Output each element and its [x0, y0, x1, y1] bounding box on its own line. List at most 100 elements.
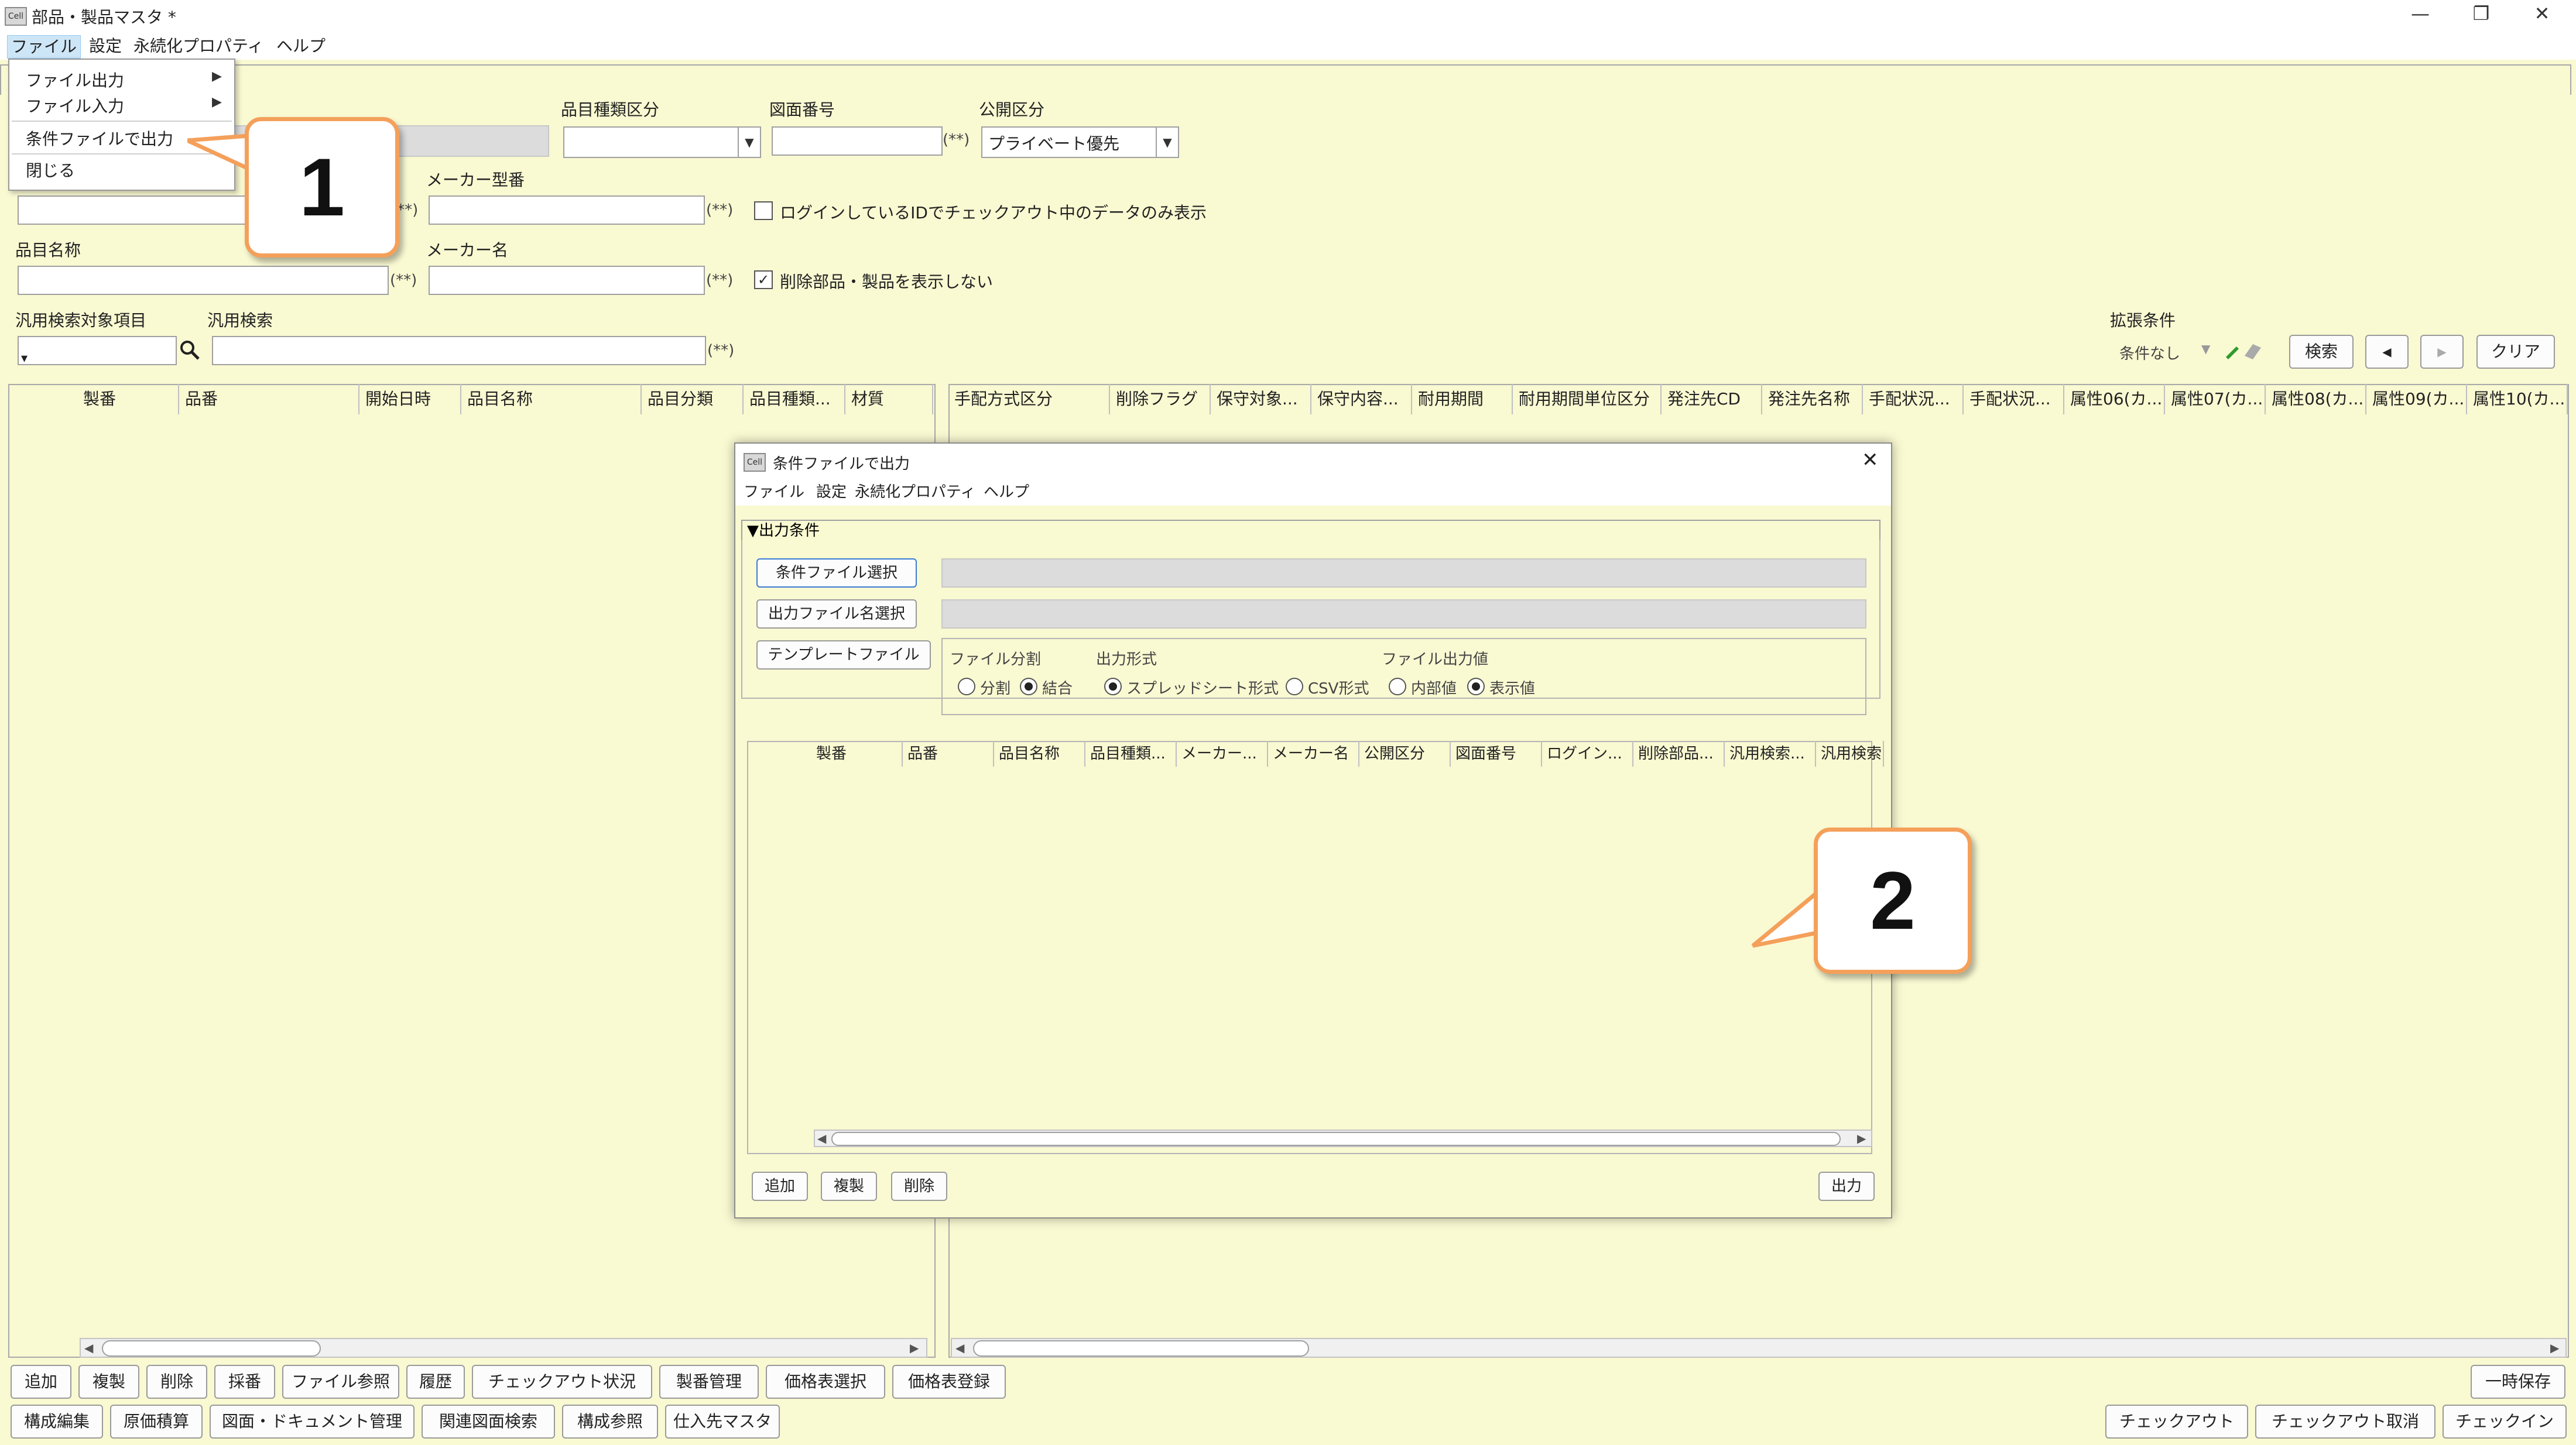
- action-button[interactable]: 原価積算: [110, 1405, 203, 1439]
- action-button[interactable]: 価格表選択: [766, 1365, 885, 1399]
- column-header[interactable]: 削除フラグ: [1110, 384, 1211, 414]
- column-header[interactable]: 発注先名称: [1762, 384, 1863, 414]
- arrow-left-icon[interactable]: ◀: [955, 1339, 964, 1357]
- csv-radio[interactable]: [1286, 678, 1303, 695]
- maker-model-field[interactable]: [429, 195, 705, 225]
- checkout-only-checkbox[interactable]: [754, 201, 773, 220]
- temp-save-button[interactable]: 一時保存: [2471, 1365, 2565, 1399]
- column-header[interactable]: 品番: [179, 384, 359, 414]
- column-header[interactable]: 公開区分: [1359, 741, 1451, 767]
- menu-file[interactable]: ファイル: [740, 481, 808, 503]
- arrow-right-icon[interactable]: ▶: [1857, 1131, 1866, 1146]
- restore-button[interactable]: ❐: [2452, 0, 2510, 28]
- column-header[interactable]: 属性09(カ...: [2366, 384, 2467, 414]
- prev-button[interactable]: ◀: [2365, 335, 2409, 369]
- action-button[interactable]: 図面・ドキュメント管理: [210, 1405, 415, 1439]
- column-header[interactable]: 削除部品...: [1633, 741, 1725, 767]
- column-header[interactable]: 品目名称: [994, 741, 1085, 767]
- arrow-left-icon[interactable]: ◀: [817, 1131, 826, 1146]
- column-header[interactable]: 汎用検索...: [1725, 741, 1816, 767]
- column-header[interactable]: 属性06(カ...: [2064, 384, 2165, 414]
- column-header[interactable]: 開始日時: [359, 384, 461, 414]
- menu-item-file-output[interactable]: ファイル出力: [26, 68, 124, 91]
- column-header[interactable]: 保守対象...: [1211, 384, 1311, 414]
- scroll-thumb[interactable]: [831, 1132, 1841, 1146]
- menu-persist-props[interactable]: 永続化プロパティ: [130, 35, 267, 57]
- arrow-right-icon[interactable]: ▶: [2550, 1339, 2559, 1357]
- action-button[interactable]: 製番管理: [659, 1365, 759, 1399]
- ext-condition-value[interactable]: 条件なし: [2119, 342, 2180, 363]
- column-header[interactable]: 手配状況...: [1863, 384, 1964, 414]
- column-header[interactable]: 品目種類...: [1085, 741, 1177, 767]
- column-header[interactable]: 材質: [845, 384, 933, 414]
- general-target-combo[interactable]: [18, 336, 177, 365]
- menu-persist-props[interactable]: 永続化プロパティ: [851, 481, 979, 503]
- column-header[interactable]: 品目名称: [461, 384, 642, 414]
- menu-item-close[interactable]: 閉じる: [26, 158, 75, 181]
- column-header[interactable]: 汎用検索: [1816, 741, 1884, 767]
- delete-button[interactable]: 削除: [891, 1172, 947, 1201]
- close-icon[interactable]: ✕: [1862, 448, 1879, 472]
- arrow-right-icon[interactable]: ▶: [910, 1339, 919, 1357]
- maker-name-field[interactable]: [429, 266, 705, 295]
- split-radio[interactable]: [958, 678, 975, 695]
- item-name-field[interactable]: [18, 266, 389, 295]
- action-button[interactable]: 履歴: [406, 1365, 465, 1399]
- column-header[interactable]: メーカー...: [1177, 741, 1268, 767]
- checkout-button[interactable]: チェックアウト: [2105, 1405, 2248, 1439]
- copy-button[interactable]: 複製: [821, 1172, 877, 1201]
- column-header[interactable]: 品番: [903, 741, 994, 767]
- column-header[interactable]: 耐用期間単位区分: [1513, 384, 1662, 414]
- search-button[interactable]: 検索: [2289, 335, 2354, 369]
- menu-item-file-input[interactable]: ファイル入力: [26, 94, 124, 117]
- add-button[interactable]: 追加: [752, 1172, 808, 1201]
- edit-clear-icons[interactable]: [2222, 339, 2263, 363]
- left-hscroll[interactable]: ◀ ▶: [80, 1338, 927, 1358]
- output-button[interactable]: 出力: [1818, 1172, 1875, 1201]
- item-type-combo[interactable]: ▼: [563, 126, 761, 158]
- action-button[interactable]: 価格表登録: [892, 1365, 1006, 1399]
- action-button[interactable]: 構成参照: [562, 1405, 658, 1439]
- column-header[interactable]: 発注先CD: [1662, 384, 1762, 414]
- dialog-hscroll[interactable]: ◀ ▶: [814, 1130, 1872, 1147]
- public-combo[interactable]: プライベート優先 ▼: [981, 126, 1179, 158]
- arrow-left-icon[interactable]: ◀: [84, 1339, 93, 1357]
- merge-radio[interactable]: [1020, 678, 1037, 695]
- action-button[interactable]: 構成編集: [11, 1405, 103, 1439]
- column-header[interactable]: 保守内容...: [1311, 384, 1412, 414]
- action-button[interactable]: 追加: [11, 1365, 71, 1399]
- clear-button[interactable]: クリア: [2476, 335, 2555, 369]
- action-button[interactable]: 採番: [214, 1365, 275, 1399]
- action-button[interactable]: 削除: [146, 1365, 207, 1399]
- scroll-thumb[interactable]: [973, 1340, 1309, 1357]
- close-button[interactable]: ✕: [2513, 0, 2571, 28]
- menu-help[interactable]: ヘルプ: [980, 481, 1033, 503]
- checkout-cancel-button[interactable]: チェックアウト取消: [2255, 1405, 2435, 1439]
- menu-settings[interactable]: 設定: [813, 481, 850, 503]
- column-header[interactable]: 属性07(カ...: [2165, 384, 2266, 414]
- minimize-button[interactable]: —: [2391, 0, 2450, 28]
- menu-item-cond-output[interactable]: 条件ファイルで出力: [26, 126, 173, 150]
- menu-help[interactable]: ヘルプ: [273, 35, 329, 57]
- action-button[interactable]: チェックアウト状況: [472, 1365, 652, 1399]
- column-header[interactable]: 品目種類...: [744, 384, 845, 414]
- internal-value-radio[interactable]: [1389, 678, 1406, 695]
- drawing-no-field[interactable]: [772, 126, 943, 156]
- cond-file-select-button[interactable]: 条件ファイル選択: [756, 558, 917, 588]
- search-icon[interactable]: [179, 339, 200, 361]
- menu-file[interactable]: ファイル: [7, 35, 81, 59]
- column-header[interactable]: 手配状況...: [1964, 384, 2064, 414]
- checkin-button[interactable]: チェックイン: [2443, 1405, 2567, 1439]
- column-header[interactable]: ログイン...: [1542, 741, 1633, 767]
- column-header[interactable]: 手配方式区分: [948, 384, 1110, 414]
- action-button[interactable]: 関連図面検索: [422, 1405, 555, 1439]
- column-header[interactable]: 品目分類: [642, 384, 744, 414]
- column-header[interactable]: 属性10(カ...: [2467, 384, 2568, 414]
- column-header[interactable]: 製番: [77, 384, 179, 414]
- scroll-thumb[interactable]: [102, 1340, 321, 1357]
- template-file-button[interactable]: テンプレートファイル: [756, 640, 931, 670]
- column-header[interactable]: 属性08(カ...: [2266, 384, 2366, 414]
- action-button[interactable]: 複製: [78, 1365, 139, 1399]
- action-button[interactable]: ファイル参照: [282, 1365, 399, 1399]
- next-button[interactable]: ▶: [2420, 335, 2464, 369]
